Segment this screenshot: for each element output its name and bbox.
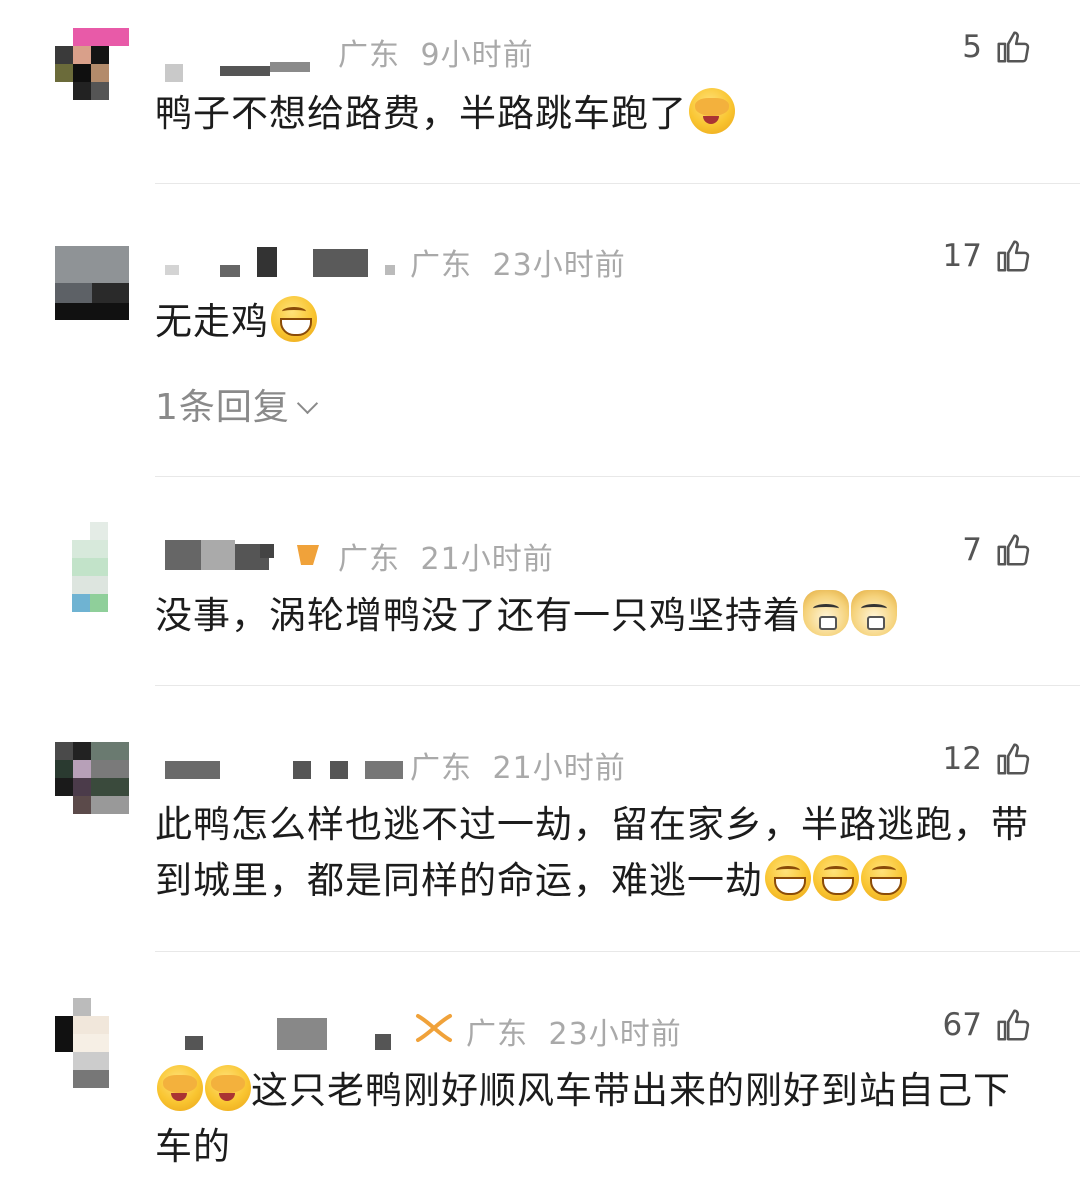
thumbs-up-icon bbox=[997, 240, 1030, 272]
divider bbox=[155, 476, 1080, 477]
location: 广东 bbox=[410, 751, 472, 786]
comment-text: 鸭子不想给路费，半路跳车跑了 bbox=[155, 86, 1040, 142]
grin-emoji bbox=[813, 855, 859, 901]
location: 广东 bbox=[338, 38, 400, 73]
comment-text: 无走鸡 bbox=[155, 294, 1040, 350]
facepalm-emoji bbox=[205, 1065, 251, 1111]
comment-meta: 广东 21小时前 bbox=[410, 743, 626, 787]
username-redacted[interactable] bbox=[165, 58, 325, 88]
like-button[interactable]: 12 bbox=[943, 740, 1032, 778]
avatar[interactable] bbox=[55, 998, 111, 1090]
comment-meta: 广东 21小时前 bbox=[338, 534, 554, 578]
comment-text: 此鸭怎么样也逃不过一劫，留在家乡，半路逃跑，带到城里，都是同样的命运，难逃一劫 bbox=[155, 803, 1029, 902]
thumbs-up-icon bbox=[997, 1009, 1030, 1041]
timestamp: 23小时前 bbox=[492, 248, 626, 283]
like-count: 12 bbox=[942, 741, 982, 777]
avatar[interactable] bbox=[72, 522, 128, 614]
timestamp: 21小时前 bbox=[492, 751, 626, 786]
like-count: 5 bbox=[962, 29, 982, 65]
username-redacted[interactable] bbox=[165, 1016, 415, 1050]
timestamp: 21小时前 bbox=[420, 542, 554, 577]
location: 广东 bbox=[410, 248, 472, 283]
like-button[interactable]: 7 bbox=[962, 531, 1032, 569]
like-count: 17 bbox=[942, 238, 982, 274]
comment-text: 这只老鸭刚好顺风车带出来的刚好到站自己下车的 bbox=[155, 1063, 1040, 1175]
doge-emoji bbox=[803, 590, 849, 636]
thumbs-up-icon bbox=[997, 31, 1030, 63]
vip-badge-icon bbox=[295, 541, 321, 567]
comment-meta: 广东 23小时前 bbox=[466, 1009, 682, 1053]
grin-emoji bbox=[271, 296, 317, 342]
divider bbox=[155, 685, 1080, 686]
grin-emoji bbox=[861, 855, 907, 901]
avatar[interactable] bbox=[55, 246, 129, 320]
username-redacted[interactable] bbox=[165, 755, 405, 785]
like-count: 7 bbox=[962, 532, 982, 568]
timestamp: 23小时前 bbox=[548, 1017, 682, 1052]
like-button[interactable]: 17 bbox=[943, 237, 1032, 275]
grin-emoji bbox=[765, 855, 811, 901]
comment-meta: 广东 9小时前 bbox=[338, 30, 534, 74]
like-count: 67 bbox=[942, 1007, 982, 1043]
comment-text: 没事，涡轮增鸭没了还有一只鸡坚持着 bbox=[155, 588, 1040, 644]
username-redacted[interactable] bbox=[165, 245, 405, 277]
vip-badge-icon bbox=[415, 1012, 453, 1044]
comment-meta: 广东 23小时前 bbox=[410, 240, 626, 284]
view-replies-link[interactable]: 1条回复 bbox=[155, 378, 319, 430]
divider bbox=[155, 183, 1080, 184]
location: 广东 bbox=[466, 1017, 528, 1052]
like-button[interactable]: 67 bbox=[943, 1006, 1032, 1044]
doge-emoji bbox=[851, 590, 897, 636]
like-button[interactable]: 5 bbox=[962, 28, 1032, 66]
divider bbox=[155, 951, 1080, 952]
thumbs-up-icon bbox=[997, 534, 1030, 566]
chevron-down-icon bbox=[296, 392, 319, 415]
location: 广东 bbox=[338, 542, 400, 577]
thumbs-up-icon bbox=[997, 743, 1030, 775]
facepalm-emoji bbox=[157, 1065, 203, 1111]
timestamp: 9小时前 bbox=[420, 38, 534, 73]
avatar[interactable] bbox=[55, 742, 129, 816]
facepalm-emoji bbox=[689, 88, 735, 134]
avatar[interactable] bbox=[55, 28, 129, 102]
